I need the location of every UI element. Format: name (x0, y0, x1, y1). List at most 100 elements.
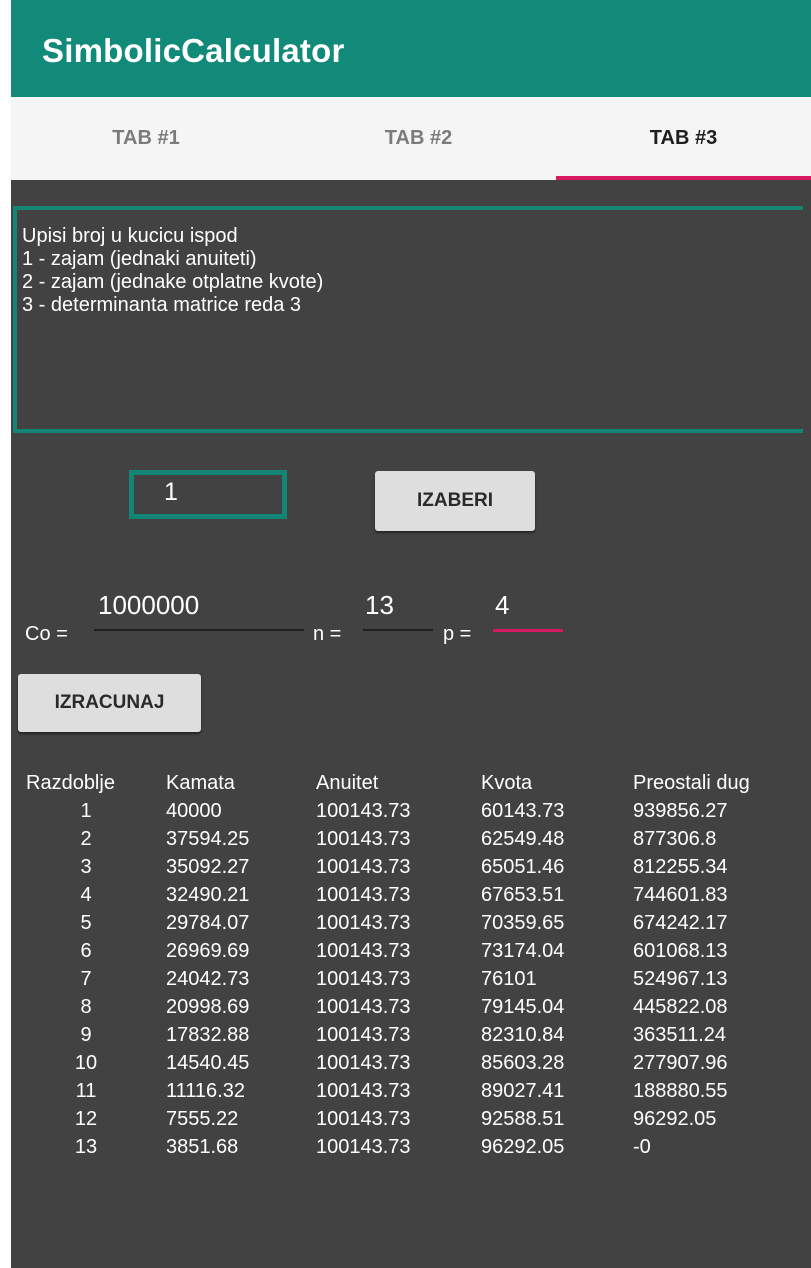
cell-remaining-debt: 445822.08 (633, 996, 728, 1018)
header-annuity: Anuitet (316, 772, 379, 794)
header-remaining-debt: Preostali dug (633, 772, 750, 794)
table-row: 1 40000 100143.73 60143.73 939856.27 (11, 798, 811, 826)
cell-annuity: 100143.73 (316, 1080, 411, 1102)
tab-3-selected[interactable]: TAB #3 (556, 97, 811, 180)
cell-annuity: 100143.73 (316, 884, 411, 906)
cell-annuity: 100143.73 (316, 856, 411, 878)
cell-interest: 24042.73 (166, 968, 250, 990)
app-bar: SimbolicCalculator (11, 0, 811, 97)
cell-remaining-debt: -0 (633, 1136, 651, 1158)
cell-annuity: 100143.73 (316, 1024, 411, 1046)
table-row: 12 7555.22 100143.73 92588.51 96292.05 (11, 1106, 811, 1134)
calculate-button[interactable]: IZRACUNAJ (18, 674, 201, 732)
cell-period: 12 (74, 1108, 98, 1130)
cell-remaining-debt: 601068.13 (633, 940, 728, 962)
cell-remaining-debt: 363511.24 (633, 1024, 727, 1046)
cell-remaining-debt: 524967.13 (633, 968, 728, 990)
header-period: Razdoblje (26, 772, 115, 794)
cell-principal: 85603.28 (481, 1052, 565, 1074)
cell-interest: 40000 (166, 800, 222, 822)
cell-period: 4 (80, 884, 92, 906)
n-input[interactable]: 13 (365, 590, 394, 621)
cell-principal: 65051.46 (481, 856, 565, 878)
cell-annuity: 100143.73 (316, 968, 411, 990)
co-input-underline (94, 629, 304, 631)
table-row: 3 35092.27 100143.73 65051.46 812255.34 (11, 854, 811, 882)
cell-principal: 96292.05 (481, 1136, 565, 1158)
cell-period: 11 (75, 1080, 97, 1102)
choice-input[interactable]: 1 (129, 470, 287, 519)
cell-annuity: 100143.73 (316, 996, 411, 1018)
tab-bar: TAB #1 TAB #2 TAB #3 (11, 97, 811, 180)
cell-period: 5 (80, 912, 92, 934)
cell-principal: 82310.84 (481, 1024, 565, 1046)
cell-annuity: 100143.73 (316, 1108, 411, 1130)
table-row: 4 32490.21 100143.73 67653.51 744601.83 (11, 882, 811, 910)
cell-annuity: 100143.73 (316, 828, 411, 850)
cell-annuity: 100143.73 (316, 1052, 411, 1074)
cell-principal: 67653.51 (481, 884, 565, 906)
instructions-text-area[interactable]: Upisi broj u kucicu ispod 1 - zajam (jed… (13, 206, 803, 433)
cell-remaining-debt: 877306.8 (633, 828, 717, 850)
instruction-line: 3 - determinanta matrice reda 3 (22, 294, 302, 316)
instruction-line: Upisi broj u kucicu ispod (22, 225, 238, 247)
cell-interest: 3851.68 (166, 1136, 239, 1158)
cell-interest: 35092.27 (166, 856, 250, 878)
p-input[interactable]: 4 (495, 590, 509, 621)
p-label: p = (443, 623, 472, 645)
table-row: 7 24042.73 100143.73 76101 524967.13 (11, 966, 811, 994)
cell-interest: 29784.07 (166, 912, 250, 934)
tab-2[interactable]: TAB #2 (281, 97, 556, 180)
cell-principal: 89027.41 (481, 1080, 565, 1102)
cell-remaining-debt: 96292.05 (633, 1108, 717, 1130)
cell-annuity: 100143.73 (316, 912, 411, 934)
co-input[interactable]: 1000000 (98, 590, 199, 621)
choose-button[interactable]: IZABERI (375, 471, 535, 531)
cell-remaining-debt: 277907.96 (633, 1052, 728, 1074)
p-input-underline-focused (493, 629, 563, 632)
cell-annuity: 100143.73 (316, 1136, 411, 1158)
tab-1[interactable]: TAB #1 (11, 97, 281, 180)
app-title: SimbolicCalculator (42, 32, 345, 69)
cell-interest: 20998.69 (166, 996, 250, 1018)
loan-schedule-table: Razdoblje Kamata Anuitet Kvota Preostali… (11, 770, 811, 1162)
cell-period: 9 (80, 1024, 92, 1046)
cell-period: 10 (74, 1052, 98, 1074)
table-row: 2 37594.25 100143.73 62549.48 877306.8 (11, 826, 811, 854)
instruction-line: 1 - zajam (jednaki anuiteti) (22, 248, 257, 270)
cell-period: 8 (80, 996, 92, 1018)
table-row: 11 11116.32 100143.73 89027.41 188880.55 (11, 1078, 811, 1106)
cell-interest: 14540.45 (166, 1052, 250, 1074)
cell-principal: 92588.51 (481, 1108, 565, 1130)
instruction-line: 2 - zajam (jednake otplatne kvote) (22, 271, 324, 293)
cell-period: 3 (80, 856, 92, 878)
cell-period: 1 (80, 800, 92, 822)
table-row: 9 17832.88 100143.73 82310.84 363511.24 (11, 1022, 811, 1050)
cell-principal: 70359.65 (481, 912, 565, 934)
table-row: 10 14540.45 100143.73 85603.28 277907.96 (11, 1050, 811, 1078)
header-interest: Kamata (166, 772, 235, 794)
co-label: Co = (25, 623, 68, 645)
cell-principal: 76101 (481, 968, 537, 990)
cell-remaining-debt: 674242.17 (633, 912, 728, 934)
cell-principal: 60143.73 (481, 800, 565, 822)
cell-interest: 11116.32 (166, 1080, 245, 1102)
table-row: 6 26969.69 100143.73 73174.04 601068.13 (11, 938, 811, 966)
cell-principal: 73174.04 (481, 940, 565, 962)
cell-interest: 37594.25 (166, 828, 250, 850)
cell-period: 6 (80, 940, 92, 962)
app-screen: SimbolicCalculator TAB #1 TAB #2 TAB #3 … (0, 0, 811, 1268)
header-principal: Kvota (481, 772, 533, 794)
n-label: n = (313, 623, 342, 645)
cell-remaining-debt: 812255.34 (633, 856, 728, 878)
cell-remaining-debt: 744601.83 (633, 884, 728, 906)
cell-interest: 26969.69 (166, 940, 250, 962)
cell-principal: 62549.48 (481, 828, 565, 850)
cell-annuity: 100143.73 (316, 940, 411, 962)
cell-interest: 7555.22 (166, 1108, 239, 1130)
cell-principal: 79145.04 (481, 996, 565, 1018)
table-body: 1 40000 100143.73 60143.73 939856.27 2 37594.2… (11, 798, 811, 1162)
cell-period: 2 (80, 828, 92, 850)
cell-remaining-debt: 188880.55 (633, 1080, 728, 1102)
n-input-underline (363, 629, 433, 631)
